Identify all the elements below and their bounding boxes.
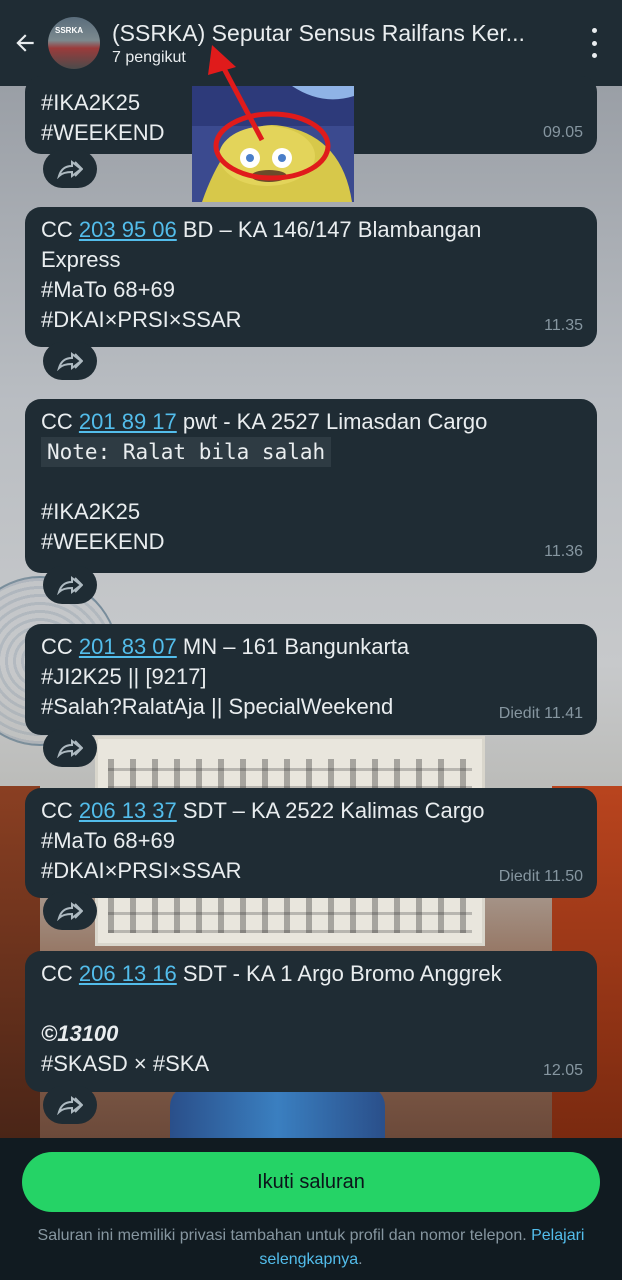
message-line: #IKA2K25 (41, 499, 141, 524)
message-bubble[interactable]: CC 206 13 37 SDT – KA 2522 Kalimas Cargo… (25, 788, 597, 898)
background-bottle (170, 1086, 385, 1138)
forward-icon (57, 159, 83, 179)
channel-header: SSRKA (SSRKA) Seputar Sensus Railfans Ke… (0, 0, 622, 86)
message-line (41, 989, 581, 1019)
train-number-link[interactable]: 201 83 07 (79, 634, 177, 659)
message-bubble[interactable]: CC 201 89 17 pwt - KA 2527 Limasdan Carg… (25, 399, 597, 573)
message-suffix: MN – 161 Bangunkarta (176, 634, 410, 659)
forward-button[interactable] (43, 1086, 97, 1124)
more-options-button[interactable] (588, 28, 600, 58)
message-prefix: CC (41, 217, 79, 242)
message-suffix: SDT – KA 2522 Kalimas Cargo (176, 798, 485, 823)
message-line: #SKASD × #SKA (41, 1051, 210, 1076)
message-line: CC 203 95 06 BD – KA 146/147 Blambangan (41, 215, 581, 245)
channel-title: (SSRKA) Seputar Sensus Railfans Ker... (112, 20, 525, 46)
follow-channel-button[interactable]: Ikuti saluran (22, 1152, 600, 1212)
message-time: 11.36 (544, 543, 583, 560)
message-prefix: CC (41, 961, 79, 986)
message-line: CC 206 13 16 SDT - KA 1 Argo Bromo Anggr… (41, 959, 581, 989)
message-line: Note: Ralat bila salah (41, 437, 581, 467)
message-prefix: CC (41, 798, 79, 823)
forward-icon (57, 575, 83, 595)
back-button[interactable] (2, 0, 48, 86)
train-number-link[interactable]: 201 89 17 (79, 409, 177, 434)
message-bubble[interactable]: CC 206 13 16 SDT - KA 1 Argo Bromo Anggr… (25, 951, 597, 1092)
code-note: Note: Ralat bila salah (41, 437, 332, 467)
message-prefix: CC (41, 634, 79, 659)
follower-count: 7 pengikut (112, 49, 186, 66)
message-suffix: pwt - KA 2527 Limasdan Cargo (176, 409, 488, 434)
forward-button[interactable] (43, 342, 97, 380)
message-suffix: BD – KA 146/147 Blambangan (176, 217, 482, 242)
message-line: #MaTo 68+69 (41, 277, 175, 302)
message-line: ©13100 (41, 1021, 119, 1046)
message-time: Diedit 11.41 (498, 705, 583, 722)
train-number-link[interactable]: 206 13 16 (79, 961, 177, 986)
forward-button[interactable] (43, 729, 97, 767)
privacy-notice: Saluran ini memiliki privasi tambahan un… (20, 1224, 602, 1272)
message-suffix: SDT - KA 1 Argo Bromo Anggrek (176, 961, 502, 986)
avatar-text: SSRKA (55, 26, 84, 35)
message-line: CC 201 89 17 pwt - KA 2527 Limasdan Carg… (41, 407, 581, 437)
arrow-left-icon (16, 34, 34, 52)
message-time: 12.05 (542, 1062, 583, 1079)
forward-icon (57, 1095, 83, 1115)
privacy-text: Saluran ini memiliki privasi tambahan un… (37, 1227, 527, 1244)
message-bubble[interactable]: CC 201 83 07 MN – 161 Bangunkarta #JI2K2… (25, 624, 597, 735)
learn-more-suffix: . (358, 1251, 363, 1268)
message-time: Diedit 11.50 (498, 868, 583, 885)
forward-icon (57, 901, 83, 921)
forward-icon (57, 738, 83, 758)
bottom-bar: Ikuti saluran Saluran ini memiliki priva… (0, 1138, 622, 1280)
train-number-link[interactable]: 203 95 06 (79, 217, 177, 242)
message-prefix: CC (41, 409, 79, 434)
forward-button[interactable] (43, 892, 97, 930)
annotation-arrow (208, 45, 265, 142)
header-info[interactable]: (SSRKA) Seputar Sensus Railfans Ker... 7… (112, 19, 562, 67)
message-time: 11.35 (544, 317, 583, 334)
forward-button[interactable] (43, 150, 97, 188)
message-line: CC 201 83 07 MN – 161 Bangunkarta (41, 632, 581, 662)
message-bubble[interactable]: CC 203 95 06 BD – KA 146/147 Blambangan … (25, 207, 597, 347)
message-line: #DKAI×PRSI×SSAR (41, 307, 242, 332)
message-line: #MaTo 68+69 (41, 828, 175, 853)
channel-avatar[interactable]: SSRKA (48, 17, 100, 69)
message-line: Express (41, 247, 121, 272)
message-line (41, 467, 581, 497)
message-line: #WEEKEND (41, 529, 165, 554)
more-vertical-icon (591, 28, 597, 33)
forward-icon (57, 351, 83, 371)
forward-button[interactable] (43, 566, 97, 604)
message-line: CC 206 13 37 SDT – KA 2522 Kalimas Cargo (41, 796, 581, 826)
train-number-link[interactable]: 206 13 37 (79, 798, 177, 823)
message-time: 09.05 (542, 124, 583, 141)
message-line: #JI2K25 || [9217] (41, 664, 207, 689)
